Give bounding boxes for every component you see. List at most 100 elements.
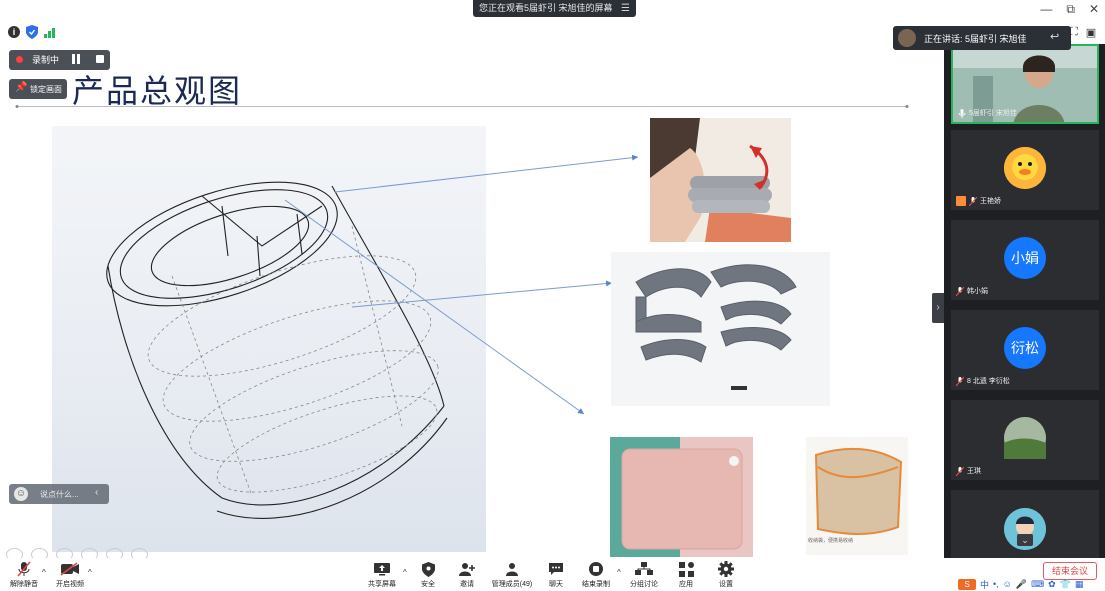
manage-members-label: 管理成员(49) (491, 581, 533, 588)
invite-label: 邀请 (460, 581, 474, 588)
restore-button[interactable]: ⧉ (1066, 2, 1075, 18)
grid-icon[interactable]: ▦ (1075, 579, 1084, 590)
emoji-icon[interactable]: ☺ (1003, 579, 1012, 589)
security-label: 安全 (421, 581, 435, 588)
participant-name: 王琪 (967, 468, 981, 475)
chat-input[interactable]: 说点什么... (40, 489, 79, 500)
recording-dot-icon (16, 56, 23, 63)
close-button[interactable]: ✕ (1089, 2, 1099, 18)
apps-label: 应用 (679, 581, 693, 588)
mic-muted-icon (956, 466, 964, 476)
participant-name: 8 北遗 李衍松 (967, 378, 1010, 385)
shirt-icon[interactable]: 👕 (1060, 579, 1071, 590)
gear-icon (718, 561, 734, 577)
stop-recording-icon[interactable] (96, 55, 104, 63)
participant-name-row: 8 北遗 李衍松 (956, 376, 1010, 386)
record-stop-icon (589, 562, 603, 576)
storage-pouch-photo: 收纳袋，便携易收纳 (806, 437, 908, 555)
security-button[interactable]: 安全 (406, 560, 450, 590)
breakout-label: 分组讨论 (630, 581, 658, 588)
participant-name-row: 韩小娟 (956, 286, 988, 296)
breakout-button[interactable]: 分组讨论 (622, 560, 666, 590)
camera-off-icon (60, 562, 79, 576)
minimize-button[interactable]: — (1040, 2, 1052, 18)
invite-button[interactable]: 邀请 (445, 560, 489, 590)
mic-muted-icon (956, 286, 964, 296)
fullscreen-icon[interactable]: ⛶ (1070, 26, 1078, 39)
share-screen-button[interactable]: 共享屏幕 (360, 560, 404, 590)
avatar (1004, 417, 1046, 459)
speaker-avatar (898, 29, 916, 47)
pin-icon: 📌 (15, 82, 28, 93)
participant-name-row: 王艳娇 (956, 196, 1001, 206)
participant-name-row: 5届虾引 宋旭佳 (958, 108, 1017, 118)
mic-muted-icon (17, 561, 31, 577)
apps-icon (678, 561, 694, 577)
share-screen-icon (374, 563, 390, 576)
unmute-button[interactable]: 解除静音 (2, 560, 46, 590)
share-screen-label: 共享屏幕 (368, 581, 396, 588)
start-video-button[interactable]: 开启视频 (48, 560, 92, 590)
skin-icon[interactable]: ✿ (1048, 579, 1056, 590)
keyboard-icon[interactable]: ⌨ (1031, 579, 1044, 590)
ime-mode[interactable]: 中 (980, 578, 989, 591)
voice-icon[interactable]: 🎤 (1016, 579, 1027, 590)
layout-icon[interactable]: ▣ (1086, 26, 1096, 39)
avatar: 衍松 (1004, 327, 1046, 369)
apps-button[interactable]: 应用 (664, 560, 708, 590)
settings-label: 设置 (719, 581, 733, 588)
chevron-up-icon[interactable]: ^ (617, 568, 621, 577)
reply-icon[interactable]: ↩ (1050, 30, 1059, 43)
chevron-left-icon[interactable]: ‹ (95, 487, 98, 498)
manage-members-button[interactable]: 管理成员(49) (489, 560, 535, 590)
participant-tile[interactable]: 小娟 韩小娟 (951, 220, 1099, 300)
heating-pad-photo (610, 437, 753, 557)
chat-label: 聊天 (549, 581, 563, 588)
participant-name-row: 王琪 (956, 466, 981, 476)
participant-tile[interactable]: 衍松 8 北遗 李衍松 (951, 310, 1099, 390)
neck-pillow-photo (650, 118, 791, 242)
participant-name: 王艳娇 (980, 198, 1001, 205)
pouch-caption: 收纳袋，便携易收纳 (808, 538, 854, 544)
settings-button[interactable]: 设置 (704, 560, 748, 590)
participant-tile[interactable]: ⌄ (951, 490, 1099, 558)
component-render-photo (611, 252, 830, 406)
window-controls: — ⧉ ✕ (1040, 2, 1099, 18)
end-recording-button[interactable]: 结束录制 (574, 560, 618, 590)
participant-name: 韩小娟 (967, 288, 988, 295)
end-recording-label: 结束录制 (582, 581, 610, 588)
punctuation-icon[interactable]: •, (993, 579, 999, 589)
speaking-label: 正在讲话: 5届虾引 宋旭佳 (924, 34, 1027, 44)
start-video-label: 开启视频 (56, 581, 84, 588)
participant-tile-speaker[interactable]: 5届虾引 宋旭佳 (951, 44, 1099, 124)
participant-name: 5届虾引 宋旭佳 (969, 110, 1017, 117)
recording-status-label: 录制中 (32, 55, 60, 65)
mic-icon (958, 108, 966, 118)
ime-toolbar: S 中 •, ☺ 🎤 ⌨ ✿ 👕 ▦ (958, 578, 1105, 590)
chat-icon (549, 563, 563, 575)
scroll-down-icon[interactable]: ⌄ (1017, 534, 1033, 546)
participant-tile[interactable]: 王琪 (951, 400, 1099, 480)
host-badge-icon (956, 196, 966, 206)
mic-muted-icon (969, 196, 977, 206)
chevron-up-icon[interactable]: ^ (42, 568, 46, 577)
chat-button[interactable]: 聊天 (534, 560, 578, 590)
emoji-icon[interactable]: ☺ (14, 487, 28, 501)
pause-recording-icon[interactable] (72, 54, 82, 64)
avatar: 小娟 (1004, 237, 1046, 279)
landscape-avatar-icon (1004, 417, 1046, 459)
ime-logo[interactable]: S (958, 578, 976, 590)
members-icon (506, 563, 518, 576)
lock-view-label: 锁定画面 (30, 85, 62, 94)
participant-tile[interactable]: 王艳娇 (951, 130, 1099, 210)
avatar (1004, 147, 1046, 189)
mic-muted-icon (956, 376, 964, 386)
breakout-rooms-icon (635, 562, 653, 575)
shield-icon (421, 561, 435, 577)
add-user-icon (459, 563, 475, 576)
unmute-label: 解除静音 (10, 581, 38, 588)
duck-avatar-icon (1004, 147, 1046, 189)
chevron-up-icon[interactable]: ^ (88, 568, 92, 577)
view-controls: ⛶ ▣ (1070, 26, 1096, 39)
collapse-panel-button[interactable]: › (932, 293, 944, 323)
